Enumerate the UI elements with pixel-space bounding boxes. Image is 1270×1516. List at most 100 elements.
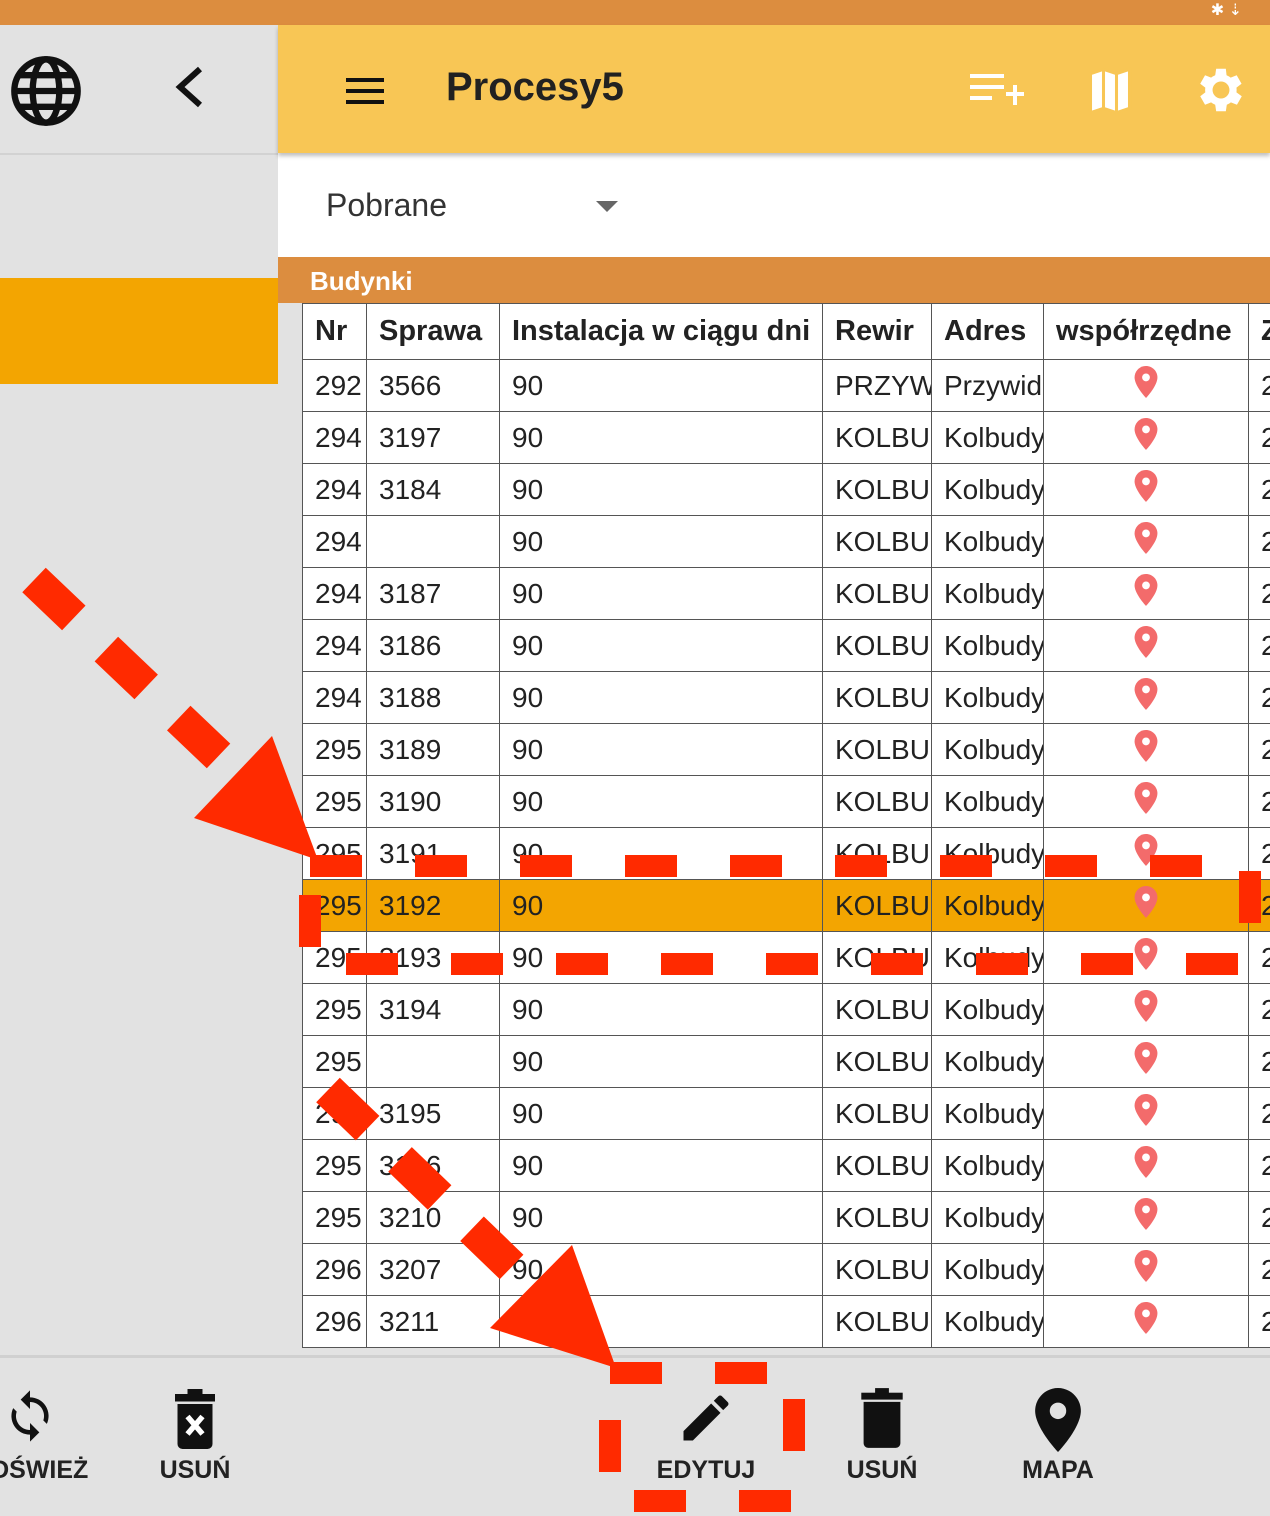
filter-dropdown[interactable]: Pobrane <box>326 187 447 224</box>
table-row[interactable]: 294318490KOLBUDKolbudy2 <box>303 464 1270 516</box>
table-row[interactable]: 294318890KOLBUDKolbudy2 <box>303 672 1270 724</box>
playlist-add-icon[interactable] <box>968 70 1028 112</box>
table-row[interactable]: 295319090KOLBUDKolbudy2 <box>303 776 1270 828</box>
table-row[interactable]: 29590KOLBUDKolbudy2 <box>303 1036 1270 1088</box>
table-cell: 296 <box>303 1296 367 1348</box>
location-pin-icon[interactable] <box>1134 1198 1158 1230</box>
refresh-icon <box>0 1388 62 1444</box>
table-cell: 294 <box>303 412 367 464</box>
table-cell: 90 <box>500 724 823 776</box>
section-header: Budynki <box>278 257 1270 303</box>
location-pin-icon[interactable] <box>1134 366 1158 398</box>
table-row[interactable]: 29490KOLBUDKolbudy2 <box>303 516 1270 568</box>
table-row[interactable]: 295321090KOLBUDKolbudy2 <box>303 1192 1270 1244</box>
table-row[interactable]: 294318790KOLBUDKolbudy2 <box>303 568 1270 620</box>
table-cell: 3195 <box>367 1088 500 1140</box>
section-title: Budynki <box>310 266 413 297</box>
table-cell: KOLBUD <box>823 1140 932 1192</box>
table-cell: Kolbudy <box>932 984 1044 1036</box>
table-cell: 2 <box>1249 464 1270 516</box>
table-row[interactable]: 296320790KOLBUDKolbudy2 <box>303 1244 1270 1296</box>
location-pin-icon[interactable] <box>1134 1146 1158 1178</box>
table-cell: KOLBUD <box>823 1296 932 1348</box>
location-pin-icon[interactable] <box>1134 1042 1158 1074</box>
location-pin-icon[interactable] <box>1134 470 1158 502</box>
refresh-button[interactable]: ODŚWIEŻ <box>0 1358 100 1516</box>
column-header[interactable]: Adres <box>932 304 1044 360</box>
table-cell: Kolbudy <box>932 516 1044 568</box>
location-pin-icon[interactable] <box>1134 782 1158 814</box>
chevron-left-icon[interactable] <box>170 65 210 109</box>
globe-icon[interactable] <box>8 53 84 129</box>
column-header[interactable]: Z <box>1249 304 1270 360</box>
table-cell: 2 <box>1249 516 1270 568</box>
table-cell-coordinates <box>1044 568 1249 620</box>
column-header[interactable]: współrzędne <box>1044 304 1249 360</box>
location-pin-icon[interactable] <box>1134 938 1158 970</box>
location-pin-icon[interactable] <box>1134 886 1158 918</box>
bottom-action-bar: ODŚWIEŻ USUŃ EDYTUJ USUŃ MAPA <box>0 1355 1270 1516</box>
table-cell: 90 <box>500 464 823 516</box>
column-header[interactable]: Instalacja w ciągu dni <box>500 304 823 360</box>
table-cell: 3186 <box>367 620 500 672</box>
table-row[interactable]: 295319390KOLBUDKolbudy2 <box>303 932 1270 984</box>
map-icon[interactable] <box>1084 65 1136 117</box>
location-pin-icon[interactable] <box>1134 626 1158 658</box>
filter-area: Pobrane <box>278 153 1270 257</box>
dropdown-arrow-icon[interactable] <box>596 201 618 212</box>
table-cell: 2 <box>1249 360 1270 412</box>
map-button[interactable]: MAPA <box>998 1358 1118 1516</box>
location-pin-icon[interactable] <box>1134 522 1158 554</box>
table-cell: KOLBUD <box>823 1088 932 1140</box>
location-pin-icon[interactable] <box>1134 1302 1158 1334</box>
table-cell: 3207 <box>367 1244 500 1296</box>
location-pin-icon[interactable] <box>1134 1250 1158 1282</box>
table-row[interactable]: 296321190KOLBUDKolbudy2 <box>303 1296 1270 1348</box>
location-pin-icon[interactable] <box>1134 730 1158 762</box>
location-pin-icon[interactable] <box>1134 834 1158 866</box>
column-header[interactable]: Nr <box>303 304 367 360</box>
table-cell: 90 <box>500 620 823 672</box>
table-cell: Kolbudy <box>932 828 1044 880</box>
table-cell: 296 <box>303 1244 367 1296</box>
delete-forever-icon <box>170 1388 220 1450</box>
table-row[interactable]: 295318990KOLBUDKolbudy2 <box>303 724 1270 776</box>
location-pin-icon[interactable] <box>1134 418 1158 450</box>
gear-icon[interactable] <box>1192 61 1250 119</box>
table-row[interactable]: 295319490KOLBUDKolbudy2 <box>303 984 1270 1036</box>
table-row[interactable]: 294318690KOLBUDKolbudy2 <box>303 620 1270 672</box>
table-cell: KOLBUD <box>823 724 932 776</box>
location-pin-icon[interactable] <box>1134 574 1158 606</box>
table-cell: 90 <box>500 1140 823 1192</box>
table-cell: KOLBUD <box>823 984 932 1036</box>
delete-button[interactable]: USUŃ <box>822 1358 942 1516</box>
table-cell: 90 <box>500 412 823 464</box>
table-row[interactable]: 292356690PRZYWPrzywidz2 <box>303 360 1270 412</box>
table-row[interactable]: 295319590KOLBUDKolbudy2 <box>303 1088 1270 1140</box>
pencil-icon <box>676 1388 736 1448</box>
location-pin-icon[interactable] <box>1134 1094 1158 1126</box>
table-cell: 90 <box>500 672 823 724</box>
table-cell-coordinates <box>1044 620 1249 672</box>
edit-button[interactable]: EDYTUJ <box>640 1358 772 1516</box>
table-row[interactable]: 295319690KOLBUDKolbudy2 <box>303 1140 1270 1192</box>
delete-all-button[interactable]: USUŃ <box>140 1358 250 1516</box>
table-cell: Kolbudy <box>932 464 1044 516</box>
table-row[interactable]: 294319790KOLBUDKolbudy2 <box>303 412 1270 464</box>
map-label: MAPA <box>998 1456 1118 1485</box>
menu-icon[interactable] <box>346 77 386 105</box>
table-row[interactable]: 295319190KOLBUDKolbudy2 <box>303 828 1270 880</box>
table-container[interactable]: Nr Sprawa Instalacja w ciągu dni Rewir A… <box>278 303 1270 1355</box>
table-cell: 90 <box>500 1296 823 1348</box>
table-cell: Kolbudy <box>932 932 1044 984</box>
location-pin-icon[interactable] <box>1134 678 1158 710</box>
table-row[interactable]: 295319290KOLBUDKolbudy2 <box>303 880 1270 932</box>
location-pin-icon[interactable] <box>1134 990 1158 1022</box>
table-cell: 90 <box>500 1088 823 1140</box>
table-cell-coordinates <box>1044 1296 1249 1348</box>
table-cell: 90 <box>500 1192 823 1244</box>
table-cell-coordinates <box>1044 776 1249 828</box>
column-header[interactable]: Sprawa <box>367 304 500 360</box>
column-header[interactable]: Rewir <box>823 304 932 360</box>
left-selected-item[interactable] <box>0 278 278 384</box>
